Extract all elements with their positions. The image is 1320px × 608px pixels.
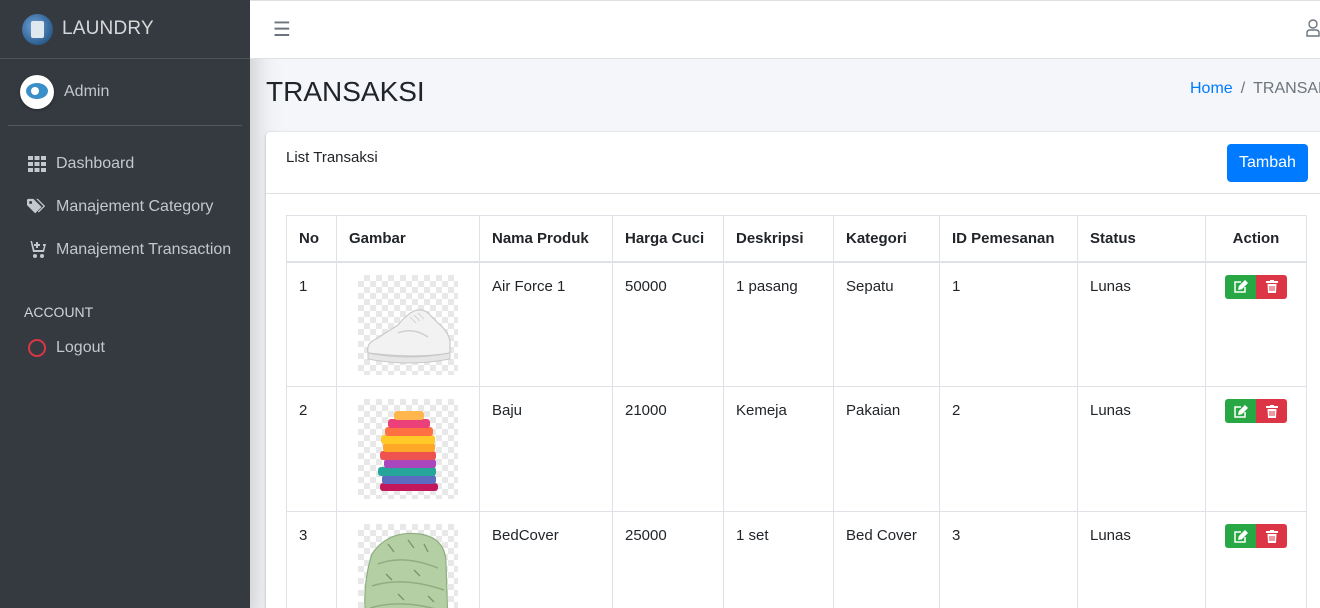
breadcrumb-separator: / xyxy=(1240,80,1246,97)
clothes-stack-image xyxy=(358,399,458,499)
cell-kategori: Sepatu xyxy=(833,261,940,387)
trash-icon xyxy=(1265,404,1278,418)
edit-icon xyxy=(1233,529,1248,543)
cell-nama-produk: Baju xyxy=(479,386,613,512)
user-icon[interactable] xyxy=(1306,18,1320,38)
brand-logo-icon xyxy=(22,13,53,45)
sidebar-item-label: Manajement Transaction xyxy=(56,240,232,258)
brand-link[interactable]: LAUNDRY xyxy=(0,0,250,59)
cell-id-pemesanan: 2 xyxy=(939,386,1078,512)
cell-no: 3 xyxy=(286,511,337,608)
delete-button[interactable] xyxy=(1256,274,1287,299)
cell-action xyxy=(1205,386,1307,512)
cell-id-pemesanan: 1 xyxy=(939,261,1078,387)
user-name[interactable]: Admin xyxy=(64,83,109,101)
cell-kategori: Bed Cover xyxy=(833,511,940,608)
cell-image xyxy=(336,511,480,608)
bedcover-image xyxy=(358,524,458,608)
action-button-group xyxy=(1225,399,1287,423)
trash-icon xyxy=(1265,529,1278,543)
cell-id-pemesanan: 3 xyxy=(939,511,1078,608)
add-button[interactable]: Tambah xyxy=(1227,144,1308,182)
breadcrumb-home-link[interactable]: Home xyxy=(1190,80,1233,97)
delete-button[interactable] xyxy=(1256,399,1287,423)
sidebar-item-label: Manajement Category xyxy=(56,197,214,215)
cell-nama-produk: BedCover xyxy=(479,511,613,608)
cell-deskripsi: 1 pasang xyxy=(723,261,834,387)
delete-button[interactable] xyxy=(1256,524,1287,548)
edit-icon xyxy=(1233,280,1248,293)
breadcrumb-current: TRANSAKSI xyxy=(1253,80,1320,97)
transaction-table: No Gambar Nama Produk Harga Cuci Deskrip… xyxy=(286,215,1307,608)
table-header-row: No Gambar Nama Produk Harga Cuci Deskrip… xyxy=(286,215,1307,263)
column-header: Status xyxy=(1077,215,1206,263)
cell-status: Lunas xyxy=(1077,386,1206,512)
cell-harga-cuci: 21000 xyxy=(612,386,724,512)
cell-deskripsi: 1 set xyxy=(723,511,834,608)
top-navbar: ☰ xyxy=(250,0,1320,59)
sidebar-item-category[interactable]: Manajement Category xyxy=(0,185,250,228)
tags-icon xyxy=(27,197,47,217)
edit-button[interactable] xyxy=(1225,399,1256,423)
sidebar-item-transaction[interactable]: Manajement Transaction xyxy=(0,228,250,271)
sidebar-nav: Dashboard Manajement Category Manajement… xyxy=(0,126,250,369)
column-header: Harga Cuci xyxy=(612,215,724,263)
sidebar-item-dashboard[interactable]: Dashboard xyxy=(0,142,250,185)
cell-kategori: Pakaian xyxy=(833,386,940,512)
cell-harga-cuci: 25000 xyxy=(612,511,724,608)
cell-nama-produk: Air Force 1 xyxy=(479,261,613,387)
user-panel: Admin xyxy=(8,59,242,126)
sidebar-item-logout[interactable]: Logout xyxy=(0,326,250,369)
edit-icon xyxy=(1233,404,1248,418)
cell-action xyxy=(1205,511,1307,608)
circle-icon xyxy=(27,338,47,358)
grid-icon xyxy=(27,154,47,174)
action-button-group xyxy=(1225,274,1287,299)
column-header: Gambar xyxy=(336,215,480,263)
action-button-group xyxy=(1225,524,1287,548)
column-header: Deskripsi xyxy=(723,215,834,263)
cell-deskripsi: Kemeja xyxy=(723,386,834,512)
hamburger-menu-icon[interactable]: ☰ xyxy=(273,17,291,42)
cell-status: Lunas xyxy=(1077,511,1206,608)
edit-button[interactable] xyxy=(1225,524,1256,548)
column-header: Action xyxy=(1205,215,1307,263)
cell-action xyxy=(1205,261,1307,387)
cell-no: 1 xyxy=(286,261,337,387)
breadcrumb: Home / TRANSAKSI xyxy=(1190,80,1320,98)
sidebar-item-label: Logout xyxy=(56,338,105,356)
table-row: 1 Air Force 1 50000 1 pasang Sepatu 1 Lu… xyxy=(286,261,1307,387)
column-header: Kategori xyxy=(833,215,940,263)
sidebar: LAUNDRY Admin Dashboard Manajement Categ… xyxy=(0,0,250,608)
cell-image xyxy=(336,386,480,512)
table-row: 3 BedCover 25000 1 set Bed Cover 3 Lunas xyxy=(286,511,1307,608)
transaction-card: List Transaksi Tambah No Gambar Nama Pro… xyxy=(266,132,1320,608)
cell-status: Lunas xyxy=(1077,261,1206,387)
table-row: 2 Baju 21000 Kemeja Pakaian 2 Lunas xyxy=(286,386,1307,512)
content-header: TRANSAKSI Home / TRANSAKSI xyxy=(266,72,1320,112)
avatar xyxy=(20,75,54,109)
sneaker-image xyxy=(358,274,458,375)
edit-button[interactable] xyxy=(1225,274,1256,299)
column-header: Nama Produk xyxy=(479,215,613,263)
card-title: List Transaksi xyxy=(286,149,378,166)
sidebar-item-label: Dashboard xyxy=(56,154,135,172)
cart-plus-icon xyxy=(27,240,47,260)
trash-icon xyxy=(1265,280,1278,293)
card-header: List Transaksi Tambah xyxy=(266,132,1320,194)
cell-harga-cuci: 50000 xyxy=(612,261,724,387)
column-header: ID Pemesanan xyxy=(939,215,1078,263)
account-header: ACCOUNT xyxy=(24,304,94,320)
page-title: TRANSAKSI xyxy=(266,76,425,107)
cell-image xyxy=(336,261,480,387)
column-header: No xyxy=(286,215,337,263)
cell-no: 2 xyxy=(286,386,337,512)
brand-name: LAUNDRY xyxy=(62,18,154,39)
